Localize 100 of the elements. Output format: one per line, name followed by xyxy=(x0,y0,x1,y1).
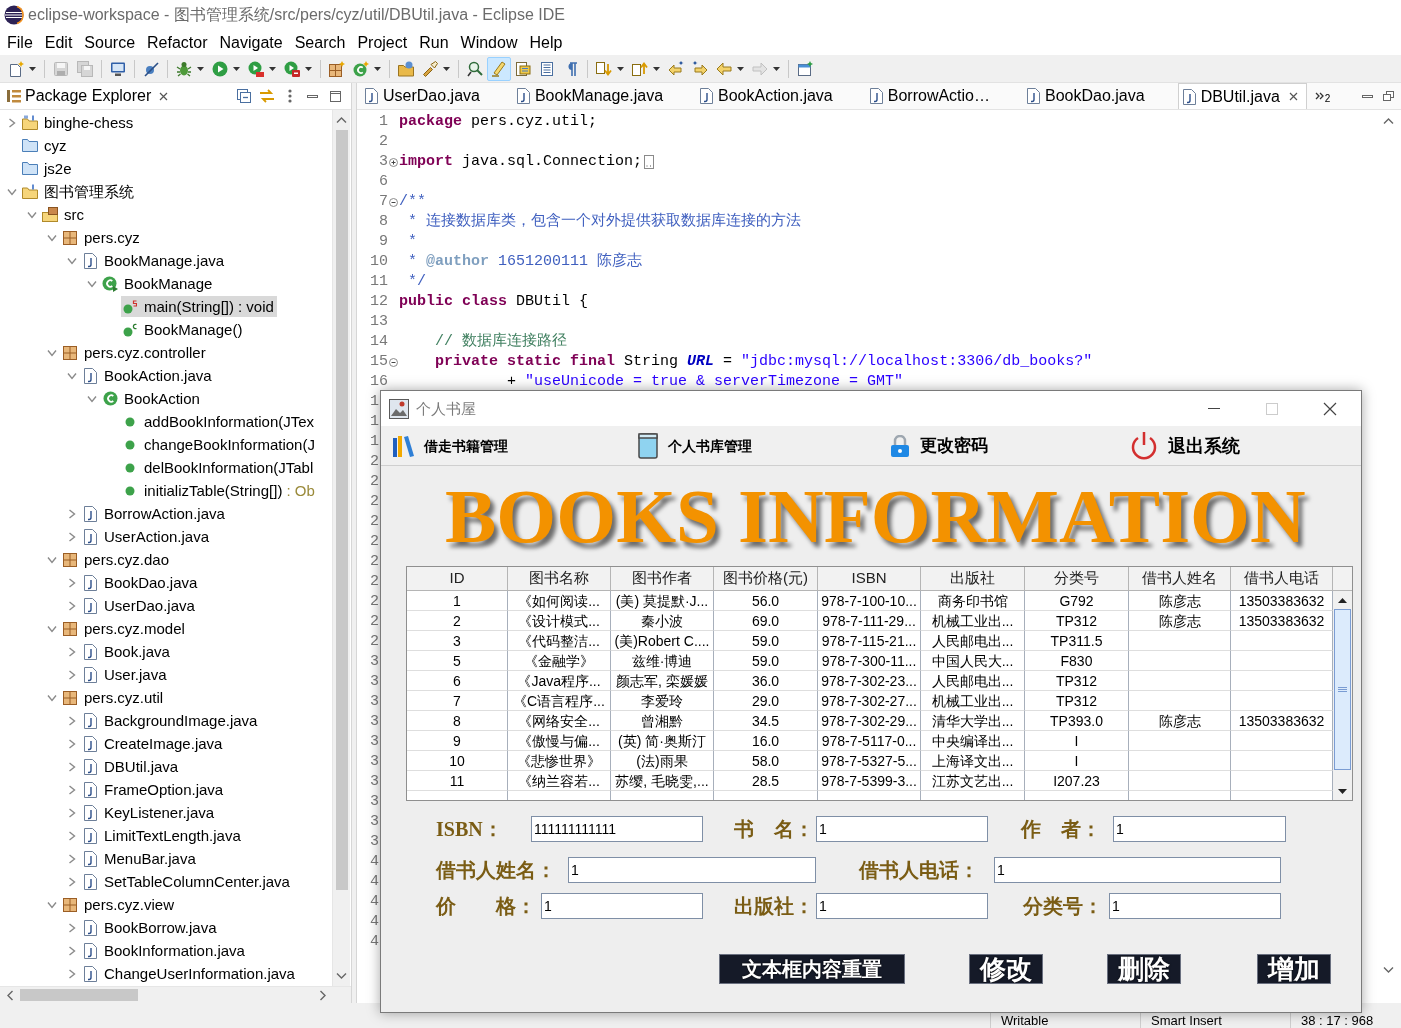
chevron-right-icon[interactable] xyxy=(8,117,16,128)
chevron-right-icon[interactable] xyxy=(68,531,76,542)
menu-item[interactable]: 个人书库管理 xyxy=(637,432,752,459)
menu-item[interactable]: Source xyxy=(78,32,142,53)
editor-tab[interactable]: UserDao.java xyxy=(361,83,513,109)
tree-item[interactable]: initializTable(String[]) : Ob xyxy=(121,480,318,501)
menu-item[interactable]: Run xyxy=(413,32,455,53)
input-field[interactable]: 1 xyxy=(541,893,703,919)
input-field[interactable]: 1 xyxy=(1109,893,1281,919)
maximize-icon[interactable] xyxy=(330,90,341,102)
tree-item[interactable]: BookInformation.java xyxy=(81,940,248,961)
tree-item[interactable]: pers.cyz.controller xyxy=(61,342,209,363)
chevron-right-icon[interactable] xyxy=(68,945,76,956)
tree-item[interactable]: Book.java xyxy=(81,641,173,662)
column-header[interactable]: 借书人电话 xyxy=(1231,567,1333,591)
tree-item[interactable]: User.java xyxy=(81,664,170,685)
scrollbar-thumb[interactable] xyxy=(1334,609,1351,770)
chevron-down-icon[interactable] xyxy=(7,187,17,196)
chevron-down-icon[interactable] xyxy=(47,348,57,357)
chevron-down-icon[interactable] xyxy=(67,256,77,265)
menu-item[interactable]: 退出系统 xyxy=(1129,430,1240,461)
column-header[interactable]: 借书人姓名 xyxy=(1129,567,1231,591)
chevron-up-icon[interactable] xyxy=(336,116,347,124)
horizontal-scrollbar[interactable] xyxy=(0,986,351,1003)
chevron-down-icon[interactable] xyxy=(67,371,77,380)
chevron-right-icon[interactable] xyxy=(68,784,76,795)
chevron-right-icon[interactable] xyxy=(68,715,76,726)
chevron-down-icon[interactable] xyxy=(27,210,37,219)
vertical-scrollbar[interactable] xyxy=(1333,591,1352,800)
tree-item[interactable]: KeyListener.java xyxy=(81,802,218,823)
menu-item[interactable]: Help xyxy=(523,32,569,53)
tree-item[interactable]: LimitTextLength.java xyxy=(81,825,244,846)
tree-item[interactable]: 图书管理系统 xyxy=(21,181,137,202)
tree-item[interactable]: addBookInformation(JTex xyxy=(121,411,318,432)
chevron-down-icon[interactable] xyxy=(47,233,57,242)
chevron-right-icon[interactable] xyxy=(68,508,76,519)
tree-item[interactable]: BookAction.java xyxy=(81,365,215,386)
tree-item[interactable]: DBUtil.java xyxy=(81,756,182,777)
close-icon[interactable] xyxy=(159,91,169,101)
triangle-up-icon[interactable] xyxy=(1338,597,1347,603)
tree-item[interactable]: binghe-chess xyxy=(21,112,137,133)
chevron-right-icon[interactable] xyxy=(68,738,76,749)
column-header[interactable]: 出版社 xyxy=(921,567,1025,591)
chevron-right-icon[interactable] xyxy=(68,922,76,933)
column-header[interactable]: ID xyxy=(407,567,508,591)
tab-overflow-button[interactable]: 2 xyxy=(1314,83,1331,109)
action-button[interactable]: 删除 xyxy=(1107,954,1181,984)
column-header[interactable]: 图书名称 xyxy=(508,567,611,591)
chevron-down-icon[interactable] xyxy=(47,555,57,564)
chevron-down-icon[interactable] xyxy=(1382,967,1394,973)
vertical-scrollbar[interactable] xyxy=(332,110,350,986)
scrollbar-thumb[interactable] xyxy=(335,130,348,890)
chevron-right-icon[interactable] xyxy=(68,761,76,772)
tree-item[interactable]: pers.cyz xyxy=(61,227,143,248)
tree-item[interactable]: FrameOption.java xyxy=(81,779,227,800)
menu-item[interactable]: Project xyxy=(351,32,414,53)
view-tab[interactable]: Package Explorer xyxy=(0,83,173,109)
menu-item[interactable]: 借走书籍管理 xyxy=(393,434,508,457)
chevron-right-icon[interactable] xyxy=(68,646,76,657)
tree-item[interactable]: CreateImage.java xyxy=(81,733,226,754)
kebab-menu-icon[interactable] xyxy=(287,89,292,103)
chevron-down-icon[interactable] xyxy=(47,900,57,909)
tree-item[interactable]: BookBorrow.java xyxy=(81,917,220,938)
close-icon[interactable] xyxy=(1323,401,1337,416)
tree-item[interactable]: BookManage.java xyxy=(81,250,228,271)
link-arrows-icon[interactable] xyxy=(258,89,275,103)
editor-tab[interactable]: BookAction.java xyxy=(696,83,866,109)
tree-item[interactable]: BackgroundImage.java xyxy=(81,710,261,731)
chevron-down-icon[interactable] xyxy=(47,693,57,702)
chevron-left-icon[interactable] xyxy=(6,989,14,1001)
chevron-up-icon[interactable] xyxy=(1382,117,1394,125)
column-header[interactable]: ISBN xyxy=(818,567,921,591)
action-button[interactable]: 增加 xyxy=(1257,954,1331,984)
chevron-right-icon[interactable] xyxy=(68,876,76,887)
chevron-right-icon[interactable] xyxy=(68,853,76,864)
tree-item[interactable]: pers.cyz.model xyxy=(61,618,188,639)
menu-item[interactable]: Window xyxy=(454,32,524,53)
close-icon[interactable] xyxy=(1288,92,1298,101)
collapse-all-icon[interactable] xyxy=(236,89,251,103)
input-field[interactable]: 1 xyxy=(994,857,1281,883)
tree-item[interactable]: main(String[]) : void xyxy=(121,296,277,317)
menu-item[interactable]: File xyxy=(1,32,39,53)
editor-tab[interactable]: BorrowActio… xyxy=(865,83,1023,109)
collapse-icon[interactable] xyxy=(389,197,398,207)
tree-item[interactable]: BookManage() xyxy=(121,319,246,340)
tree-item[interactable]: changeBookInformation(J xyxy=(121,434,318,455)
menu-item[interactable]: Edit xyxy=(38,32,79,53)
chevron-right-icon[interactable] xyxy=(68,968,76,979)
triangle-down-icon[interactable] xyxy=(1338,788,1347,794)
chevron-right-icon[interactable] xyxy=(68,807,76,818)
menu-item[interactable]: 更改密码 xyxy=(889,434,988,457)
tree-item[interactable]: BookAction xyxy=(101,388,203,409)
tree-item[interactable]: pers.cyz.view xyxy=(61,894,178,915)
tree-item[interactable]: src xyxy=(41,204,87,225)
menu-item[interactable]: Navigate xyxy=(213,32,289,53)
menu-item[interactable]: Search xyxy=(288,32,352,53)
tree-item[interactable]: pers.cyz.util xyxy=(61,687,167,708)
expand-icon[interactable] xyxy=(389,157,398,167)
restore-icon[interactable] xyxy=(1383,91,1394,101)
chevron-right-icon[interactable] xyxy=(68,577,76,588)
